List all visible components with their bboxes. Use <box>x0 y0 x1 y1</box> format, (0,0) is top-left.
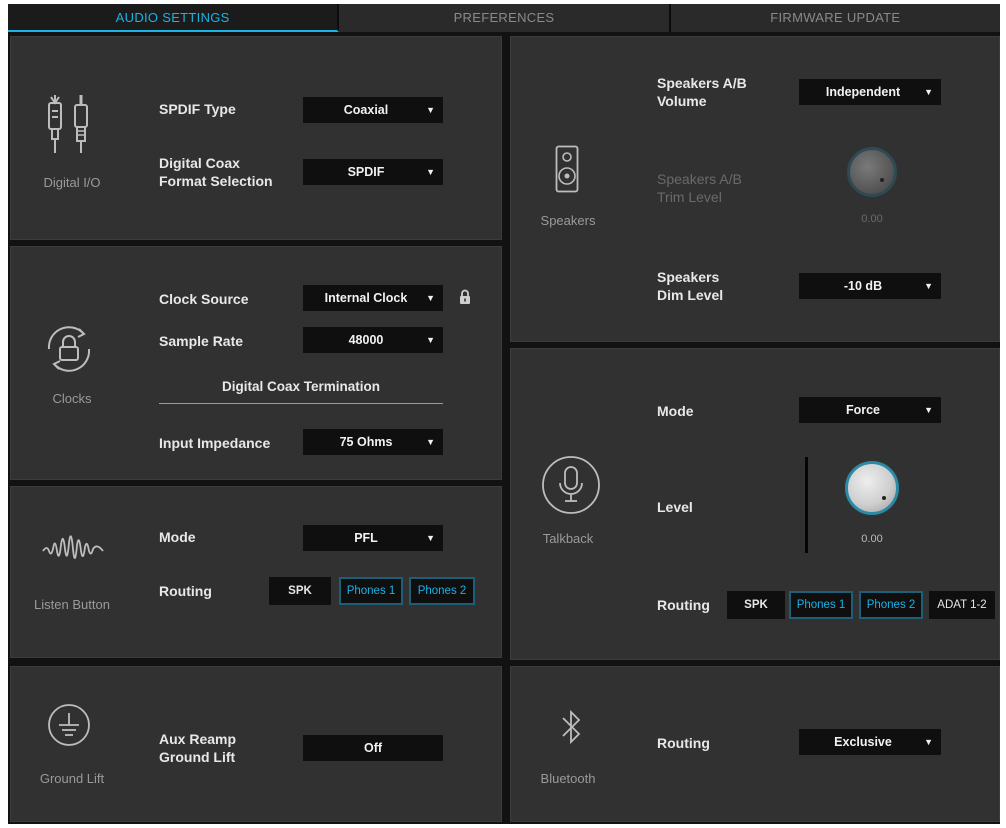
dim-level-value: -10 dB <box>843 279 883 293</box>
microphone-icon <box>542 456 600 514</box>
termination-divider <box>159 403 443 404</box>
chevron-down-icon: ▼ <box>924 87 933 97</box>
digital-io-title: Digital I/O <box>43 175 101 190</box>
clock-source-dropdown[interactable]: Internal Clock ▼ <box>303 285 443 311</box>
talkback-mode-dropdown[interactable]: Force ▼ <box>799 397 941 423</box>
trim-level-label-line2: Trim Level <box>657 189 722 205</box>
input-impedance-dropdown[interactable]: 75 Ohms ▼ <box>303 429 443 455</box>
spdif-type-dropdown[interactable]: Coaxial ▼ <box>303 97 443 123</box>
input-impedance-label: Input Impedance <box>159 435 271 451</box>
bluetooth-routing-label: Routing <box>657 735 710 751</box>
waveform-icon <box>42 535 104 559</box>
talkback-routing-label: Routing <box>657 597 710 613</box>
chevron-down-icon: ▼ <box>924 281 933 291</box>
listen-routing-label: Routing <box>159 583 212 599</box>
lock-icon[interactable] <box>459 289 471 305</box>
coax-format-value: SPDIF <box>347 165 385 179</box>
listen-routing-spk-button[interactable]: SPK <box>269 577 331 605</box>
bluetooth-routing-dropdown[interactable]: Exclusive ▼ <box>799 729 941 755</box>
talkback-mode-value: Force <box>845 403 881 417</box>
input-impedance-value: 75 Ohms <box>339 435 393 449</box>
coax-format-label-line1: Digital Coax <box>159 155 240 171</box>
talkback-routing-phones2-button[interactable]: Phones 2 <box>859 591 923 619</box>
bluetooth-panel: Bluetooth Routing Exclusive ▼ <box>510 666 1000 822</box>
aux-reamp-label-line2: Ground Lift <box>159 749 236 765</box>
talkback-level-label: Level <box>657 499 693 515</box>
listen-mode-dropdown[interactable]: PFL ▼ <box>303 525 443 551</box>
spdif-type-label: SPDIF Type <box>159 101 236 117</box>
ab-volume-value: Independent <box>825 85 901 99</box>
listen-mode-label: Mode <box>159 529 196 545</box>
talkback-title: Talkback <box>542 531 594 546</box>
listen-routing-phones1-button[interactable]: Phones 1 <box>339 577 403 605</box>
dim-level-label-line2: Dim Level <box>657 287 724 303</box>
chevron-down-icon: ▼ <box>426 105 435 115</box>
chevron-down-icon: ▼ <box>924 405 933 415</box>
clock-source-label: Clock Source <box>159 291 249 307</box>
talkback-panel: Talkback Mode Force ▼ Level 0.00 Routing… <box>510 348 1000 660</box>
ab-volume-dropdown[interactable]: Independent ▼ <box>799 79 941 105</box>
talkback-routing-spk-button[interactable]: SPK <box>727 591 785 619</box>
ab-volume-label-line2: Volume <box>657 93 707 109</box>
chevron-down-icon: ▼ <box>426 167 435 177</box>
termination-heading: Digital Coax Termination <box>221 379 381 394</box>
chevron-down-icon: ▼ <box>924 737 933 747</box>
spdif-type-value: Coaxial <box>343 103 389 117</box>
speakers-panel: Speakers Speakers A/B Volume Independent… <box>510 36 1000 342</box>
coax-format-dropdown[interactable]: SPDIF ▼ <box>303 159 443 185</box>
clock-source-value: Internal Clock <box>324 291 408 305</box>
chevron-down-icon: ▼ <box>426 533 435 543</box>
knob-indicator-dot <box>880 178 884 182</box>
talkback-mode-label: Mode <box>657 403 694 419</box>
talkback-level-knob[interactable] <box>845 461 899 515</box>
talkback-routing-adat-button[interactable]: ADAT 1-2 <box>929 591 995 619</box>
sample-rate-dropdown[interactable]: 48000 ▼ <box>303 327 443 353</box>
clocks-title: Clocks <box>52 391 92 406</box>
dim-level-dropdown[interactable]: -10 dB ▼ <box>799 273 941 299</box>
digital-io-panel: Digital I/O SPDIF Type Coaxial ▼ Digital… <box>10 36 502 240</box>
trim-level-knob[interactable] <box>847 147 897 197</box>
chevron-down-icon: ▼ <box>426 437 435 447</box>
listen-mode-value: PFL <box>354 531 378 545</box>
ground-lift-title: Ground Lift <box>39 771 105 786</box>
talkback-routing-phones1-button[interactable]: Phones 1 <box>789 591 853 619</box>
talkback-level-value: 0.00 <box>861 533 883 545</box>
tab-firmware-update[interactable]: FIRMWARE UPDATE <box>670 4 1000 32</box>
listen-button-title: Listen Button <box>34 597 110 612</box>
sample-rate-label: Sample Rate <box>159 333 244 349</box>
tab-preferences[interactable]: PREFERENCES <box>339 4 671 32</box>
audio-settings-window: AUDIO SETTINGS PREFERENCES FIRMWARE UPDA… <box>8 4 1000 824</box>
digital-io-cables-icon <box>48 95 88 153</box>
knob-indicator-dot <box>882 496 886 500</box>
clocks-panel: Clocks Clock Source Internal Clock ▼ Sam… <box>10 246 502 480</box>
tab-bar: AUDIO SETTINGS PREFERENCES FIRMWARE UPDA… <box>8 4 1000 32</box>
trim-level-value: 0.00 <box>861 213 883 225</box>
sample-rate-value: 48000 <box>348 333 384 347</box>
ab-volume-label-line1: Speakers A/B <box>657 75 747 91</box>
chevron-down-icon: ▼ <box>426 335 435 345</box>
chevron-down-icon: ▼ <box>426 293 435 303</box>
tab-audio-settings[interactable]: AUDIO SETTINGS <box>8 4 340 32</box>
aux-reamp-label-line1: Aux Reamp <box>159 731 237 747</box>
bluetooth-routing-value: Exclusive <box>834 735 892 749</box>
bluetooth-icon <box>562 709 581 745</box>
speakers-title: Speakers <box>540 213 596 228</box>
aux-reamp-ground-lift-toggle[interactable]: Off <box>303 735 443 761</box>
aux-reamp-ground-lift-value: Off <box>363 741 383 755</box>
clock-sync-lock-icon <box>47 326 91 372</box>
dim-level-label-line1: Speakers <box>657 269 720 285</box>
speaker-icon <box>555 145 579 193</box>
talkback-level-meter <box>805 457 808 553</box>
ground-lift-panel: Ground Lift Aux Reamp Ground Lift Off <box>10 666 502 822</box>
coax-format-label-line2: Format Selection <box>159 173 273 189</box>
listen-routing-phones2-button[interactable]: Phones 2 <box>409 577 475 605</box>
ground-icon <box>48 704 90 746</box>
bluetooth-title: Bluetooth <box>540 771 596 786</box>
trim-level-label-line1: Speakers A/B <box>657 171 742 187</box>
listen-button-panel: Listen Button Mode PFL ▼ Routing SPK Pho… <box>10 486 502 658</box>
